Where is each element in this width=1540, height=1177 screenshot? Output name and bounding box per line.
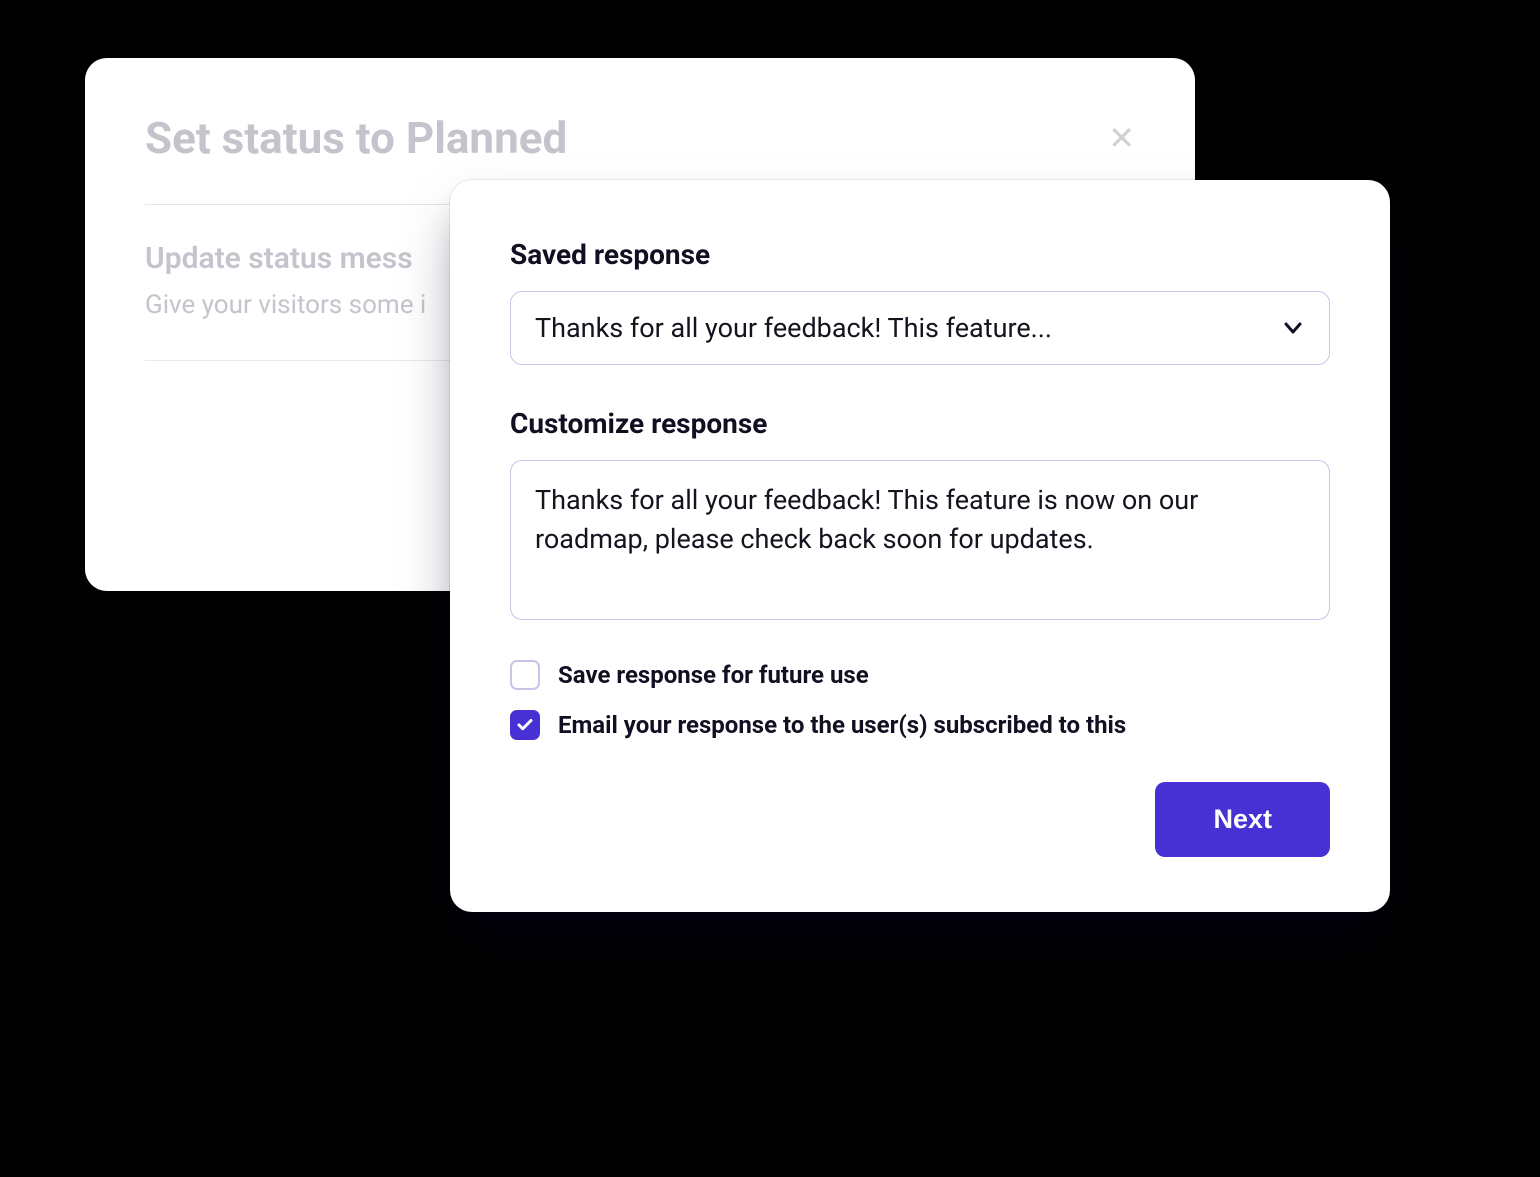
- dialog-actions: Next: [510, 782, 1330, 857]
- saved-response-label: Saved response: [510, 238, 1330, 271]
- background-dialog-title: Set status to Planned: [145, 112, 567, 164]
- saved-response-select[interactable]: Thanks for all your feedback! This featu…: [510, 291, 1330, 365]
- email-users-checkbox-label: Email your response to the user(s) subsc…: [558, 711, 1126, 739]
- chevron-down-icon: [1281, 316, 1305, 340]
- response-dialog: Saved response Thanks for all your feedb…: [450, 180, 1390, 912]
- save-response-checkbox[interactable]: [510, 660, 540, 690]
- customize-response-label: Customize response: [510, 407, 1330, 440]
- save-response-checkbox-label: Save response for future use: [558, 661, 869, 689]
- check-icon: [516, 716, 534, 734]
- save-response-checkbox-row[interactable]: Save response for future use: [510, 660, 1330, 690]
- email-users-checkbox-row[interactable]: Email your response to the user(s) subsc…: [510, 710, 1330, 740]
- saved-response-value: Thanks for all your feedback! This featu…: [535, 312, 1052, 344]
- customize-response-textarea[interactable]: [510, 460, 1330, 620]
- close-icon[interactable]: ✕: [1108, 122, 1135, 154]
- email-users-checkbox[interactable]: [510, 710, 540, 740]
- next-button[interactable]: Next: [1155, 782, 1330, 857]
